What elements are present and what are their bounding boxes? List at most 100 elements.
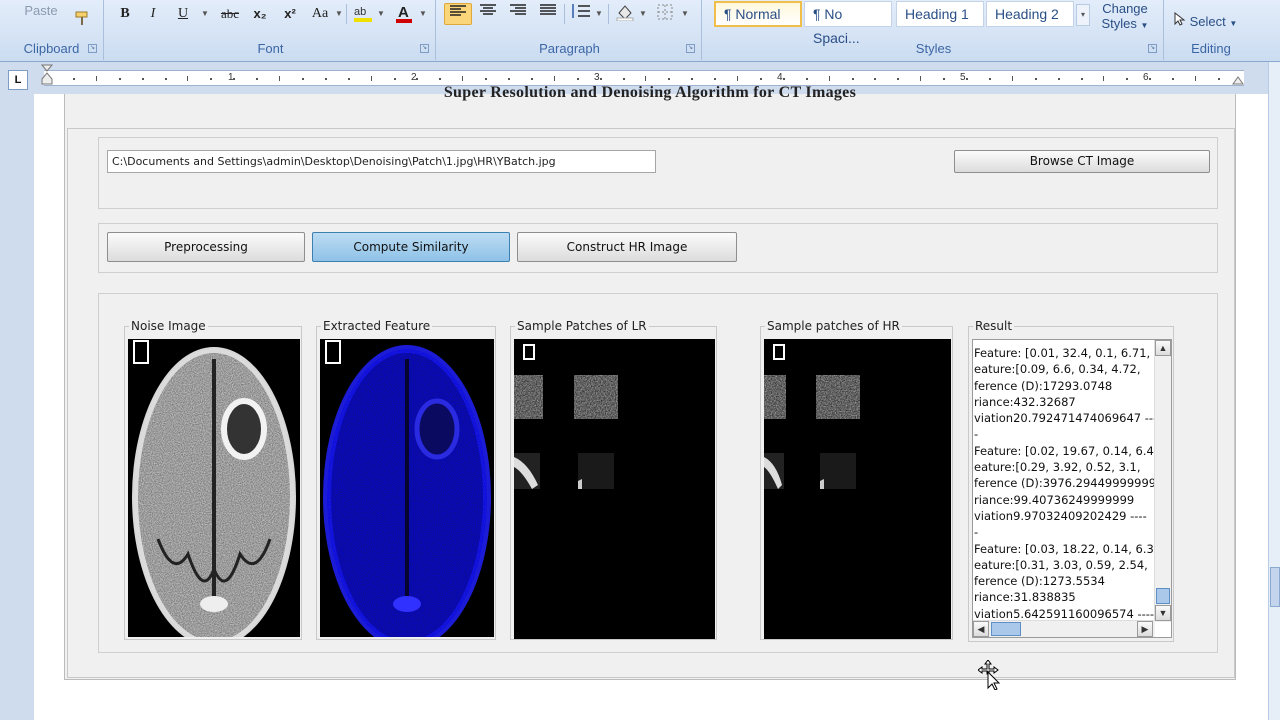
change-case-dropdown-icon[interactable]: ▼: [334, 3, 344, 25]
paste-button[interactable]: Paste: [14, 0, 68, 22]
change-styles-button[interactable]: Change Styles ▼: [1094, 1, 1156, 35]
strikethrough-button[interactable]: abc: [216, 3, 244, 25]
tab-selector[interactable]: L: [8, 70, 28, 90]
align-left-icon[interactable]: [444, 3, 472, 25]
editing-group: Select ▼ Editing: [1166, 0, 1256, 60]
ruler-tick: [164, 78, 167, 80]
extracted-feature-group: Extracted Feature: [316, 319, 496, 640]
format-painter-icon[interactable]: [72, 10, 92, 32]
indent-marker-icon[interactable]: [40, 64, 54, 91]
superscript-button[interactable]: x²: [278, 3, 302, 25]
compute-similarity-button[interactable]: Compute Similarity: [312, 232, 510, 262]
shading-icon[interactable]: [612, 3, 638, 25]
extracted-feature-image: [320, 339, 494, 637]
extracted-feature-caption: Extracted Feature: [321, 319, 433, 333]
scroll-down-icon[interactable]: ▼: [1155, 605, 1171, 621]
underline-dropdown-icon[interactable]: ▼: [200, 3, 210, 25]
scroll-up-icon[interactable]: ▲: [1155, 340, 1171, 356]
ruler-tick: [1057, 78, 1060, 80]
font-launcher-icon[interactable]: ↘: [420, 44, 429, 53]
browse-ct-image-button[interactable]: Browse CT Image: [954, 150, 1210, 173]
document-page[interactable]: Super Resolution and Denoising Algorithm…: [34, 84, 1268, 720]
ruler-tick: [187, 76, 189, 81]
result-line: Feature: [0.01, 32.4, 0.1, 6.71,: [974, 346, 1151, 360]
lr-patches-group: Sample Patches of LR: [510, 319, 717, 640]
line-spacing-icon[interactable]: [568, 3, 594, 25]
ruler-tick: [1126, 78, 1129, 80]
font-color-icon[interactable]: A: [392, 3, 416, 25]
result-line: Feature: [0.02, 19.67, 0.14, 6.4: [974, 443, 1154, 458]
ruler-tick: [805, 78, 808, 80]
ruler-tick: [1195, 76, 1196, 81]
highlight-dropdown-icon[interactable]: ▼: [376, 3, 386, 25]
style-no-spacing[interactable]: ¶ No Spaci...: [804, 1, 892, 46]
scroll-left-icon[interactable]: ◀: [973, 621, 989, 637]
document-scroll-thumb[interactable]: [1270, 567, 1280, 607]
result-line: viation20.792471474069647 ---: [974, 411, 1154, 426]
construct-hr-image-button[interactable]: Construct HR Image: [517, 232, 737, 262]
clipboard-group: Paste Clipboard ↘: [0, 0, 104, 60]
underline-button[interactable]: U: [172, 3, 194, 25]
shading-dropdown-icon[interactable]: ▼: [638, 3, 648, 25]
change-case-button[interactable]: Aa: [306, 3, 334, 25]
ruler-tick: [347, 78, 350, 80]
ruler-tick: [828, 76, 830, 81]
paragraph-group: ▼ ▼ ▼ Paragraph ↘: [438, 0, 702, 60]
ruler-tick: [233, 78, 236, 80]
horizontal-scroll-thumb[interactable]: [991, 622, 1021, 636]
ruler-tick: [279, 76, 280, 81]
ruler-tick: [851, 78, 854, 80]
select-button[interactable]: Select ▼: [1174, 11, 1237, 32]
ruler-tick: [462, 76, 464, 81]
result-listbox[interactable]: Feature: [0.01, 32.4, 0.1, 6.71, eature:[…: [972, 339, 1172, 638]
scroll-right-icon[interactable]: ▶: [1137, 621, 1153, 637]
result-group: Result Feature: [0.01, 32.4, 0.1, 6.71, e…: [968, 319, 1174, 642]
font-color-dropdown-icon[interactable]: ▼: [418, 3, 428, 25]
ruler-tick: [1149, 78, 1152, 80]
bold-button[interactable]: B: [114, 3, 136, 25]
lr-patches-caption: Sample Patches of LR: [515, 319, 649, 333]
align-center-icon[interactable]: [474, 3, 502, 25]
italic-button[interactable]: I: [142, 3, 164, 25]
vertical-scroll-thumb[interactable]: [1156, 588, 1170, 604]
highlight-icon[interactable]: ab: [350, 3, 376, 25]
noise-image-group: Noise Image: [124, 319, 302, 640]
hr-patches-image: [764, 339, 951, 639]
result-horizontal-scrollbar[interactable]: ◀ ▶: [973, 620, 1155, 637]
subscript-button[interactable]: x₂: [248, 3, 272, 25]
ruler-tick: [324, 78, 327, 80]
paragraph-launcher-icon[interactable]: ↘: [686, 44, 695, 53]
ruler-tick: [737, 76, 738, 81]
ruler-tick: [370, 76, 372, 81]
ruler-tick: [1103, 76, 1105, 81]
justify-icon[interactable]: [534, 3, 562, 25]
editing-label: Editing: [1191, 41, 1231, 56]
align-right-icon[interactable]: [504, 3, 532, 25]
preprocessing-button[interactable]: Preprocessing: [107, 232, 305, 262]
result-vertical-scrollbar[interactable]: ▲ ▼: [1154, 340, 1171, 622]
borders-dropdown-icon[interactable]: ▼: [680, 3, 690, 25]
ruler-tick: [530, 78, 533, 80]
style-normal[interactable]: ¶ Normal: [714, 1, 802, 27]
ruler-tick: [256, 78, 259, 80]
style-heading-1[interactable]: Heading 1: [896, 1, 984, 27]
result-line: ference (D):1273.5534: [974, 574, 1105, 589]
ruler-tick: [301, 78, 304, 80]
noise-image-caption: Noise Image: [129, 319, 208, 333]
image-path-field[interactable]: C:\Documents and Settings\admin\Desktop\…: [107, 150, 656, 173]
ruler-tick: [1011, 76, 1013, 81]
styles-more-icon[interactable]: ▾: [1076, 4, 1090, 26]
clipboard-launcher-icon[interactable]: ↘: [88, 44, 97, 53]
ruler-number: 5: [960, 72, 966, 83]
svg-text:ab: ab: [354, 6, 366, 18]
line-spacing-dropdown-icon[interactable]: ▼: [594, 3, 604, 25]
document-vertical-scrollbar[interactable]: [1268, 62, 1280, 720]
steps-panel: Preprocessing Compute Similarity Constru…: [98, 223, 1218, 273]
paragraph-label: Paragraph: [539, 41, 600, 56]
borders-icon[interactable]: [652, 3, 678, 25]
ruler-tick: [874, 78, 877, 80]
ribbon: Paste Clipboard ↘ B I U ▼ abc x₂ x² Aa ▼…: [0, 0, 1280, 62]
style-heading-2[interactable]: Heading 2: [986, 1, 1074, 27]
styles-launcher-icon[interactable]: ↘: [1148, 44, 1157, 53]
svg-text:A: A: [398, 4, 409, 21]
